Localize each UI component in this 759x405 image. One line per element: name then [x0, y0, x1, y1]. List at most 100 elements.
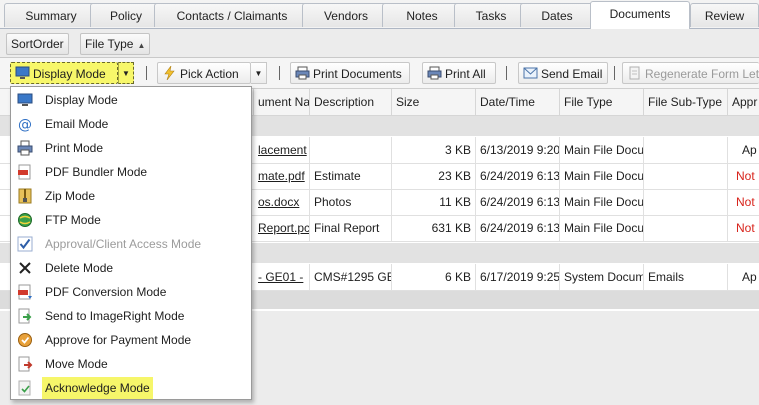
cell-file-type: Main File Docu — [560, 163, 644, 189]
print-all-button[interactable]: Print All — [422, 62, 496, 84]
cell-size: 6 KB — [392, 264, 476, 290]
cell-description — [310, 137, 392, 163]
send-document-icon — [18, 308, 32, 324]
cell-date-time: 6/13/2019 9:20 — [476, 137, 560, 163]
cell-file-type: Main File Docu — [560, 215, 644, 241]
cell-document-name[interactable]: os.docx — [254, 189, 310, 215]
cell-document-name[interactable]: - GE01 - — [254, 264, 310, 290]
toolbar-separator — [279, 66, 280, 80]
tab-dates[interactable]: Dates — [520, 3, 594, 27]
regenerate-label: Regenerate Form Lette — [645, 67, 759, 81]
column-header-file-sub-type[interactable]: File Sub-Type — [644, 89, 728, 115]
menu-item-label: Acknowledge Mode — [42, 377, 153, 399]
display-mode-button[interactable]: Display Mode — [10, 62, 118, 84]
menu-item-approval-client-access-mode[interactable]: Approval/Client Access Mode — [13, 233, 249, 255]
pick-action-dropdown-arrow[interactable]: ▼ — [251, 62, 267, 84]
cell-document-name[interactable]: Report.pc — [254, 215, 310, 241]
menu-item-print-mode[interactable]: Print Mode — [13, 137, 249, 159]
sort-chip-sortorder[interactable]: SortOrder — [6, 33, 69, 55]
column-header-size[interactable]: Size — [392, 89, 476, 115]
print-documents-button[interactable]: Print Documents — [290, 62, 410, 84]
send-email-button[interactable]: Send Email — [518, 62, 608, 84]
svg-text:@: @ — [18, 117, 32, 132]
cell-file-sub-type — [644, 215, 728, 241]
tab-tasks[interactable]: Tasks — [454, 3, 528, 27]
tab-policy[interactable]: Policy — [90, 3, 162, 27]
menu-item-label: FTP Mode — [45, 213, 101, 227]
cell-description: Estimate — [310, 163, 392, 189]
cell-document-name[interactable]: mate.pdf — [254, 163, 310, 189]
cell-size: 3 KB — [392, 137, 476, 163]
toolbar-separator — [614, 66, 615, 80]
menu-item-label: Approval/Client Access Mode — [45, 237, 202, 251]
print-documents-label: Print Documents — [313, 67, 402, 81]
menu-item-label: PDF Bundler Mode — [45, 165, 148, 179]
cell-approval: Ap — [742, 143, 757, 157]
x-delete-icon — [19, 262, 31, 274]
menu-item-label: PDF Conversion Mode — [45, 285, 167, 299]
cell-size: 23 KB — [392, 163, 476, 189]
menu-item-ftp-mode[interactable]: FTP Mode — [13, 209, 249, 231]
display-mode-label: Display Mode — [33, 67, 106, 81]
display-mode-dropdown-arrow[interactable]: ▼ — [118, 62, 134, 84]
menu-item-send-to-imageright-mode[interactable]: Send to ImageRight Mode — [13, 305, 249, 327]
approve-payment-icon — [18, 333, 32, 347]
menu-item-move-mode[interactable]: Move Mode — [13, 353, 249, 375]
menu-item-approve-for-payment-mode[interactable]: Approve for Payment Mode — [13, 329, 249, 351]
tab-notes[interactable]: Notes — [382, 3, 462, 27]
tab-bar: Summary Policy Contacts / Claimants Vend… — [0, 0, 759, 29]
regenerate-form-letter-button[interactable]: Regenerate Form Lette — [622, 62, 759, 84]
sort-ascending-icon: ▲ — [137, 41, 146, 50]
menu-item-zip-mode[interactable]: Zip Mode — [13, 185, 249, 207]
sort-chip-label: SortOrder — [11, 37, 64, 51]
monitor-icon — [15, 66, 30, 79]
pick-action-label: Pick Action — [180, 67, 239, 81]
menu-item-label: Move Mode — [45, 357, 108, 371]
cell-date-time: 6/24/2019 6:13 — [476, 163, 560, 189]
menu-item-acknowledge-mode[interactable]: Acknowledge Mode — [13, 377, 249, 399]
menu-item-display-mode[interactable]: Display Mode — [13, 89, 249, 111]
menu-item-label: Zip Mode — [45, 189, 96, 203]
cell-approval: Not — [736, 169, 755, 183]
at-sign-icon: @ — [18, 117, 32, 132]
tab-summary[interactable]: Summary — [4, 3, 98, 27]
cell-file-sub-type: Emails — [644, 264, 728, 290]
printer-icon — [295, 66, 310, 80]
column-header-document-name[interactable]: ument Nar — [254, 89, 310, 115]
cell-size: 631 KB — [392, 215, 476, 241]
tab-review[interactable]: Review — [690, 3, 759, 27]
menu-item-delete-mode[interactable]: Delete Mode — [13, 257, 249, 279]
lightning-icon — [164, 66, 175, 80]
sort-bar: SortOrder File Type ▲ — [0, 29, 759, 58]
menu-item-label: Email Mode — [45, 117, 109, 131]
column-header-approval[interactable]: Appr — [728, 89, 759, 115]
tab-documents[interactable]: Documents — [590, 1, 690, 29]
menu-item-email-mode[interactable]: @ Email Mode — [13, 113, 249, 135]
send-email-label: Send Email — [541, 67, 603, 81]
menu-item-pdf-conversion-mode[interactable]: PDF Conversion Mode — [13, 281, 249, 303]
cell-document-name[interactable]: lacement — [254, 137, 310, 163]
ftp-globe-icon — [18, 213, 32, 227]
pdf-icon — [18, 164, 31, 180]
menu-item-label: Send to ImageRight Mode — [45, 309, 185, 323]
menu-item-pdf-bundler-mode[interactable]: PDF Bundler Mode — [13, 161, 249, 183]
zip-icon — [18, 188, 32, 204]
checkbox-icon — [17, 236, 33, 252]
printer-icon — [427, 66, 442, 80]
column-header-file-type[interactable]: File Type — [560, 89, 644, 115]
cell-size: 11 KB — [392, 189, 476, 215]
move-document-icon — [18, 356, 33, 372]
cell-date-time: 6/17/2019 9:25 — [476, 264, 560, 290]
tab-contacts-claimants[interactable]: Contacts / Claimants — [154, 3, 310, 27]
menu-item-label: Delete Mode — [45, 261, 114, 275]
cell-file-type: System Docum — [560, 264, 644, 290]
column-header-date-time[interactable]: Date/Time — [476, 89, 560, 115]
column-header-description[interactable]: Description — [310, 89, 392, 115]
sort-chip-file-type[interactable]: File Type ▲ — [80, 33, 151, 55]
tab-vendors[interactable]: Vendors — [302, 3, 390, 27]
monitor-icon — [17, 93, 33, 106]
cell-description: CMS#1295 GE — [310, 264, 392, 290]
menu-item-label: Approve for Payment Mode — [45, 333, 192, 347]
pick-action-button[interactable]: Pick Action — [157, 62, 251, 84]
sort-chip-label: File Type — [85, 37, 134, 51]
